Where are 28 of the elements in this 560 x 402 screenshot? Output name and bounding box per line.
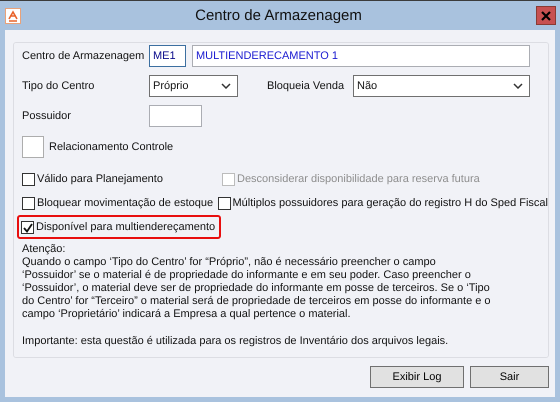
chevron-down-icon [513,83,523,89]
checkbox: Desconsiderar disponibilidade para reserva futura [222,169,480,189]
chevron-down-icon [221,83,231,89]
dialog-button[interactable]: Sair [470,366,549,388]
field-label: Possuidor [22,110,72,122]
checkbox[interactable]: Válido para Planejamento [22,169,222,189]
checkbox[interactable]: Múltiplos possuidores para geração do registro H do Sped Fiscal [218,193,548,213]
square-button[interactable] [22,136,44,158]
dropdown[interactable]: Próprio [149,75,238,97]
dropdown[interactable]: Não [353,75,530,97]
window-title: Centro de Armazenagem [194,7,363,24]
code-field[interactable]: ME1 [149,45,186,67]
close-button[interactable] [536,6,556,25]
app-logo-icon [5,8,21,24]
dialog-button[interactable]: Exibir Log [370,366,464,388]
notice-text: Quando o campo ‘Tipo do Centro’ for “Próprio”, não é necessário preencher o campo ‘Possuidor’ se o material é de propriedade do informante e em seu poder. Caso preencher o ‘Possuidor’, o material deve ser de propriedade do informante em posse de terceiros. Se o ‘Tipo do Centro’ for “Terceiro” o material será de propriedade de terceiros em posse do informante e o campo ‘Proprietário’ indicará a Empresa a qual pertence o material. [22,256,492,321]
name-field[interactable]: MULTIENDERECAMENTO 1 [192,45,530,67]
field-label: Relacionamento Controle [49,141,174,153]
field-label: Bloqueia Venda [267,80,346,92]
checkbox[interactable]: Disponível para multiendereçamento [19,217,220,237]
important-note: Importante: esta questão é utilizada para os registros de Inventário dos arquivos legais. [22,335,450,348]
checkbox[interactable]: Bloquear movimentação de estoque [22,193,218,213]
possuidor-field[interactable] [149,105,202,127]
field-label: Centro de Armazenagem [22,50,146,62]
close-icon [541,10,551,20]
notice-heading: Atenção: [22,243,66,256]
field-label: Tipo do Centro [22,80,96,92]
checkmark-icon [22,222,33,232]
